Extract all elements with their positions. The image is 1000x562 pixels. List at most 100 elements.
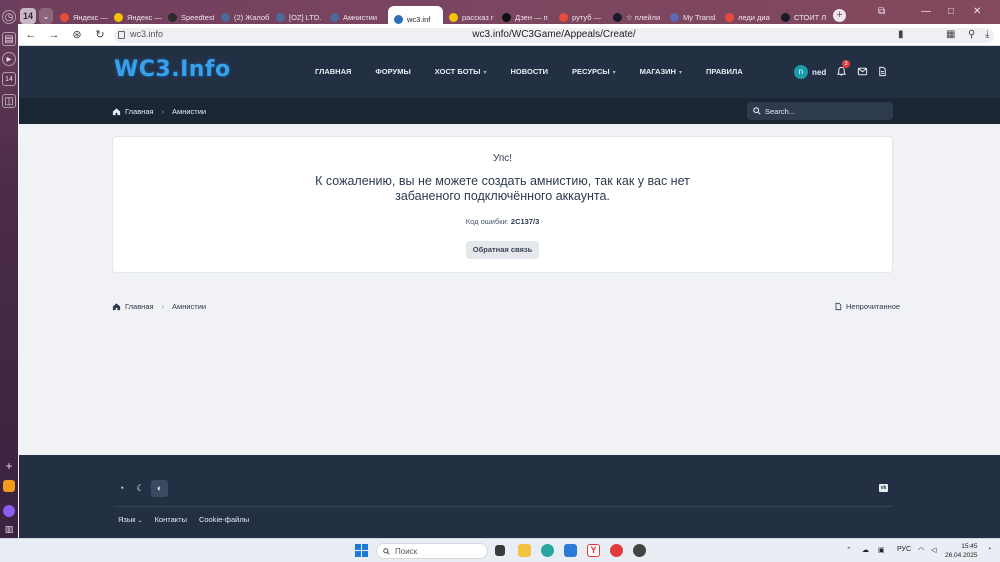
error-code-label: Код ошибки:	[465, 217, 509, 226]
add-panel-icon[interactable]: +	[2, 459, 16, 473]
extensions-icon[interactable]: ⚲	[968, 29, 975, 40]
search-input[interactable]	[765, 105, 885, 117]
browser-side-rail: ◷ ▤ ▸ 14 ◫ + ▥	[0, 0, 18, 538]
nav-item[interactable]: ФОРУМЫ	[375, 67, 410, 76]
tab-label: Яндекс —	[73, 12, 108, 22]
site-logo[interactable]: WC3.Info	[114, 57, 231, 82]
breadcrumb-current[interactable]: Амнистии	[172, 302, 206, 311]
alice-assistant-icon[interactable]	[3, 505, 15, 517]
nav-item-label: МАГАЗИН	[639, 67, 676, 76]
dark-theme-icon[interactable]: ☾	[132, 480, 149, 497]
new-tab-button[interactable]: +	[833, 9, 846, 22]
url-path: wc3.info/WC3Game/Appeals/Create/	[472, 29, 636, 40]
reader-icon[interactable]: ▦	[946, 29, 955, 40]
envelope-icon[interactable]	[857, 66, 868, 77]
tab-label: Дзен — п	[515, 12, 548, 22]
feedback-button[interactable]: Обратная связь	[466, 241, 539, 259]
restore-window-icon[interactable]: ⧉	[878, 6, 885, 17]
footer-divider	[114, 506, 893, 507]
play-icon[interactable]: ▸	[2, 52, 16, 66]
breadcrumb-home[interactable]: Главная	[125, 107, 154, 116]
speaker-icon[interactable]: ◁	[931, 546, 936, 554]
close-window-icon[interactable]: ✕	[973, 6, 981, 17]
forward-arrow-icon[interactable]: →	[47, 28, 61, 42]
bookmark-icon[interactable]: ▮	[898, 29, 904, 40]
light-theme-icon[interactable]: ◔	[113, 480, 130, 497]
tab-label: ☆ плейли	[626, 12, 661, 22]
collections-icon[interactable]: ▤	[2, 32, 16, 46]
search-box	[747, 102, 893, 120]
breadcrumb-current[interactable]: Амнистии	[172, 107, 206, 116]
nav-item[interactable]: ГЛАВНАЯ	[315, 67, 351, 76]
tab-counter[interactable]: 14	[20, 8, 36, 24]
nav-item[interactable]: НОВОСТИ	[511, 67, 549, 76]
footer-link-cookies[interactable]: Cookie-файлы	[199, 515, 249, 524]
chevron-up-icon[interactable]: ⌃	[846, 546, 852, 554]
error-title: Упс!	[492, 153, 513, 164]
nav-item[interactable]: ХОСТ БОТЫ ▾	[435, 67, 487, 76]
breadcrumb-home[interactable]: Главная	[125, 302, 154, 311]
tab-favicon-icon	[276, 12, 285, 22]
notifications-icon[interactable]: ◔	[987, 546, 991, 553]
clock[interactable]: 15:45 26.04.2025	[945, 542, 978, 560]
screenshot-icon[interactable]: ◫	[2, 94, 16, 108]
unread-link[interactable]: Непрочитанное	[834, 302, 900, 311]
tab-label: My Transl	[683, 12, 716, 22]
windows-taskbar: Поиск Y ⌃ ☁ ▣ РУС ◠ ◁ 15:45 26.04.2025 ◔	[0, 538, 1000, 562]
document-icon[interactable]	[877, 66, 888, 77]
onedrive-icon[interactable]: ☁	[862, 546, 869, 554]
tab-favicon-icon	[670, 12, 679, 22]
nav-item-label: ГЛАВНАЯ	[315, 67, 352, 76]
address-bar: ← → ⊛ ↻ wc3.info wc3.info/WC3Game/Appeal…	[18, 24, 1000, 46]
footer-links: Язык ⌄ Контакты Cookie-файлы	[118, 515, 249, 524]
maximize-icon[interactable]: □	[948, 6, 954, 17]
task-view-icon[interactable]	[495, 545, 505, 556]
tray-app-icon[interactable]: ▣	[878, 546, 885, 554]
tab-favicon-icon	[114, 12, 123, 22]
url-field[interactable]: wc3.info wc3.info/WC3Game/Appeals/Create…	[114, 28, 994, 43]
wifi-icon[interactable]: ◠	[918, 546, 924, 554]
auto-theme-icon[interactable]: ◐	[151, 480, 168, 497]
tab-label: рассказ г	[462, 12, 494, 22]
taskbar-search[interactable]: Поиск	[376, 543, 488, 559]
minimize-icon[interactable]: —	[921, 6, 931, 17]
username[interactable]: ned	[812, 68, 826, 77]
clock-time: 15:45	[961, 543, 978, 550]
nav-item[interactable]: МАГАЗИН ▾	[640, 67, 682, 76]
file-explorer-icon[interactable]	[518, 544, 531, 557]
nav-item[interactable]: ПРАВИЛА	[706, 67, 743, 76]
download-icon[interactable]: ⤓	[985, 29, 989, 40]
taskbar-search-placeholder: Поиск	[395, 547, 418, 556]
calendar-icon[interactable]: 14	[2, 72, 16, 86]
lang-indicator[interactable]: РУС	[897, 546, 911, 553]
nav-item-label: ПРАВИЛА	[705, 67, 743, 76]
avatar[interactable]: n	[794, 65, 808, 79]
mail-app-icon[interactable]	[3, 480, 15, 492]
tab-favicon-icon	[781, 12, 790, 22]
store-icon[interactable]	[564, 544, 577, 557]
home-icon[interactable]	[112, 107, 121, 116]
home-icon[interactable]	[112, 302, 121, 311]
document-icon	[835, 302, 842, 311]
tab-list-chevron-icon[interactable]: ⌄	[39, 8, 53, 24]
unread-label: Непрочитанное	[846, 302, 901, 311]
history-icon[interactable]: ◷	[2, 10, 16, 24]
nav-item-label: ХОСТ БОТЫ	[434, 67, 481, 76]
edge-icon[interactable]	[541, 544, 554, 557]
tab-favicon-icon	[60, 12, 69, 22]
sidebar-settings-icon[interactable]: ▥	[2, 522, 16, 536]
back-arrow-icon[interactable]: ←	[24, 28, 38, 42]
nav-item[interactable]: РЕСУРСЫ ▾	[572, 67, 616, 76]
windows-start-icon[interactable]	[355, 544, 368, 557]
footer-link-contacts[interactable]: Контакты	[155, 515, 187, 524]
app-icon[interactable]	[633, 544, 646, 557]
footer-link-language[interactable]: Язык ⌄	[118, 515, 143, 524]
reload-icon[interactable]: ↻	[93, 28, 107, 42]
vk-icon[interactable]: vk	[879, 484, 888, 492]
tab-label: wc3.inf	[407, 14, 431, 24]
search-icon	[753, 107, 761, 115]
clock-date: 26.04.2025	[945, 552, 978, 559]
yandex-browser-icon[interactable]: Y	[587, 544, 600, 557]
protect-icon[interactable]: ⊛	[70, 28, 84, 42]
yandex-icon[interactable]	[610, 544, 623, 557]
